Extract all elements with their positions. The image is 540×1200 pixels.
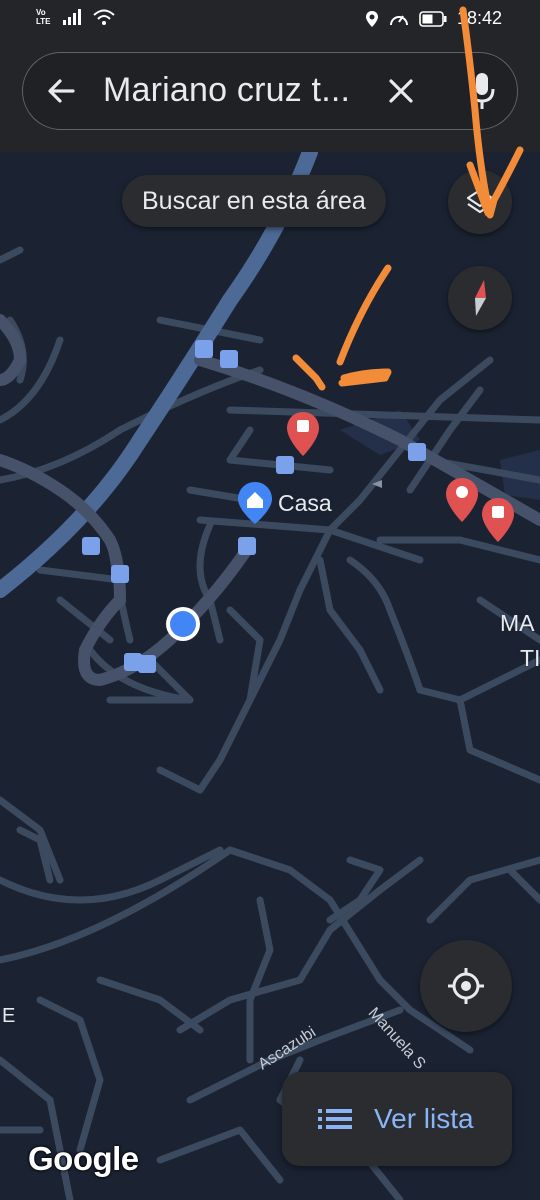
layers-button[interactable] [448,170,512,234]
battery-icon [419,10,447,27]
status-left: Vo LTE [36,8,115,26]
speedometer-icon [389,14,408,25]
search-this-area-button[interactable]: Buscar en esta área [122,175,386,227]
status-right: 18:42 [365,8,502,29]
status-bar: Vo LTE 18:42 [0,0,540,38]
google-logo: Google [28,1140,139,1177]
status-time: 18:42 [456,8,502,28]
close-icon[interactable] [383,73,419,109]
view-list-button[interactable]: Ver lista [282,1072,512,1166]
volte-top-text: Vo [36,8,46,17]
mic-icon[interactable] [467,71,497,111]
search-box[interactable]: Mariano cruz t... [22,52,518,130]
compass-button[interactable] [448,266,512,330]
edge-label-1: MA [500,610,535,636]
location-status-icon [365,10,378,27]
arrow-left-icon[interactable] [43,73,79,109]
search-query-text[interactable]: Mariano cruz t... [103,71,350,110]
list-icon [318,1109,352,1129]
top-search-bar: Mariano cruz t... [0,38,540,152]
left-edge-label: E [2,1005,16,1027]
home-label[interactable]: Casa [278,490,332,517]
layers-icon [466,188,494,214]
view-list-label: Ver lista [374,1103,474,1134]
volte-icon: Vo LTE [36,8,51,26]
my-location-button[interactable] [420,940,512,1032]
edge-label-2: TI [520,645,540,671]
signal-icon [62,9,81,25]
compass-icon [475,280,486,316]
my-location-icon [448,968,484,1004]
wifi-icon [92,9,115,25]
volte-bottom-text: LTE [36,17,51,26]
